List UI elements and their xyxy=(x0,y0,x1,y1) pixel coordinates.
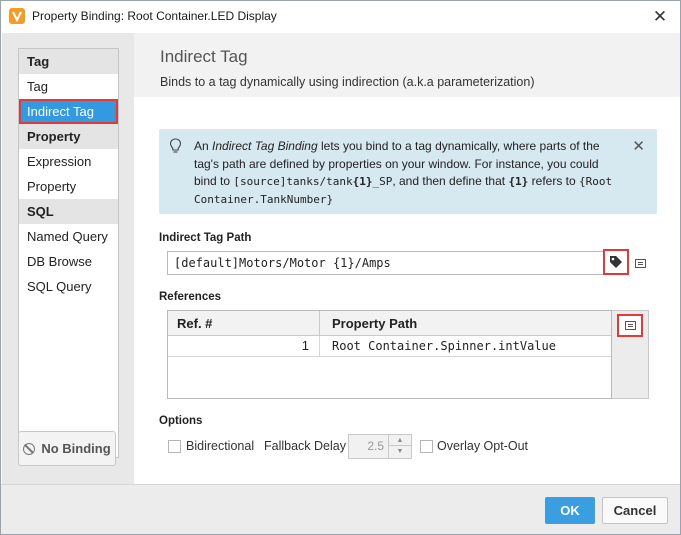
sidebar-item-tag[interactable]: Tag xyxy=(19,74,118,99)
sidebar-item-sql-query[interactable]: SQL Query xyxy=(19,274,118,299)
ban-icon xyxy=(23,442,36,455)
references-label: References xyxy=(159,291,222,303)
column-header-property-path[interactable]: Property Path xyxy=(320,311,611,336)
dialog-footer: OK Cancel xyxy=(1,484,680,534)
table-header: Ref. # Property Path xyxy=(168,311,611,336)
ref-number-cell[interactable]: 1 xyxy=(168,336,320,356)
sidebar-item-named-query[interactable]: Named Query xyxy=(19,224,118,249)
overlay-opt-out-label: Overlay Opt-Out xyxy=(437,439,528,453)
group-header-tag: Tag xyxy=(19,49,118,74)
property-binding-dialog: Property Binding: Root Container.LED Dis… xyxy=(0,0,681,535)
spinner-buttons: ▲ ▼ xyxy=(388,435,411,458)
indirect-tag-path-label: Indirect Tag Path xyxy=(159,232,252,244)
info-code-bold: {1} xyxy=(508,175,529,188)
indirect-tag-path-input[interactable]: [default]Motors/Motor {1}/Amps xyxy=(167,251,605,275)
info-code: _SP xyxy=(372,175,393,188)
group-header-property: Property xyxy=(19,124,118,149)
no-binding-label: No Binding xyxy=(41,441,111,456)
edit-path-button[interactable] xyxy=(632,255,648,271)
list-icon xyxy=(634,258,646,268)
sidebar-item-expression[interactable]: Expression xyxy=(19,149,118,174)
info-code: [source]tanks/tank xyxy=(233,175,353,188)
info-box: An Indirect Tag Binding lets you bind to… xyxy=(159,129,657,214)
lightbulb-icon xyxy=(169,138,182,153)
bidirectional-checkbox[interactable] xyxy=(168,440,181,453)
bidirectional-label: Bidirectional xyxy=(186,439,255,453)
close-icon[interactable]: ✕ xyxy=(648,5,672,29)
info-text: An Indirect Tag Binding lets you bind to… xyxy=(194,138,624,208)
fallback-delay-spinner[interactable]: 2.5 ▲ ▼ xyxy=(348,434,412,459)
binding-header: Indirect Tag Binds to a tag dynamically … xyxy=(134,33,680,97)
cancel-button[interactable]: Cancel xyxy=(602,497,668,524)
info-text-part: , and then define that xyxy=(392,174,509,188)
binding-type-sidebar: Tag Tag Indirect Tag Property Expression… xyxy=(2,33,134,484)
options-label: Options xyxy=(159,415,203,427)
spinner-up-icon[interactable]: ▲ xyxy=(389,435,411,446)
info-code-bold: {1} xyxy=(352,175,373,188)
edit-references-button[interactable] xyxy=(617,314,643,337)
fallback-delay-value: 2.5 xyxy=(367,439,384,453)
sidebar-item-indirect-tag[interactable]: Indirect Tag xyxy=(19,99,118,124)
group-header-sql: SQL xyxy=(19,199,118,224)
overlay-opt-out-checkbox[interactable] xyxy=(420,440,433,453)
property-path-cell[interactable]: Root Container.Spinner.intValue xyxy=(320,336,611,356)
sidebar-item-db-browse[interactable]: DB Browse xyxy=(19,249,118,274)
info-emphasis: Indirect Tag Binding xyxy=(212,139,318,153)
spinner-down-icon[interactable]: ▼ xyxy=(389,446,411,457)
info-text-part: refers to xyxy=(528,174,579,188)
tag-icon xyxy=(610,256,622,268)
dismiss-info-icon[interactable]: ✕ xyxy=(632,137,645,155)
tag-browse-button[interactable] xyxy=(603,249,629,275)
column-header-ref[interactable]: Ref. # xyxy=(168,311,320,336)
page-subtitle: Binds to a tag dynamically using indirec… xyxy=(160,75,535,89)
fallback-delay-label: Fallback Delay xyxy=(264,439,346,453)
ignition-logo-icon xyxy=(9,8,25,24)
info-text-part: An xyxy=(194,139,213,153)
table-row[interactable]: 1 Root Container.Spinner.intValue xyxy=(168,336,611,357)
no-binding-button[interactable]: No Binding xyxy=(18,431,116,466)
ok-button[interactable]: OK xyxy=(545,497,595,524)
binding-type-list: Tag Tag Indirect Tag Property Expression… xyxy=(18,48,119,458)
references-table: Ref. # Property Path 1 Root Container.Sp… xyxy=(167,310,612,399)
page-title: Indirect Tag xyxy=(160,47,248,66)
title-bar: Property Binding: Root Container.LED Dis… xyxy=(1,1,680,33)
sidebar-item-property[interactable]: Property xyxy=(19,174,118,199)
list-icon xyxy=(624,321,636,330)
window-title: Property Binding: Root Container.LED Dis… xyxy=(32,9,277,23)
